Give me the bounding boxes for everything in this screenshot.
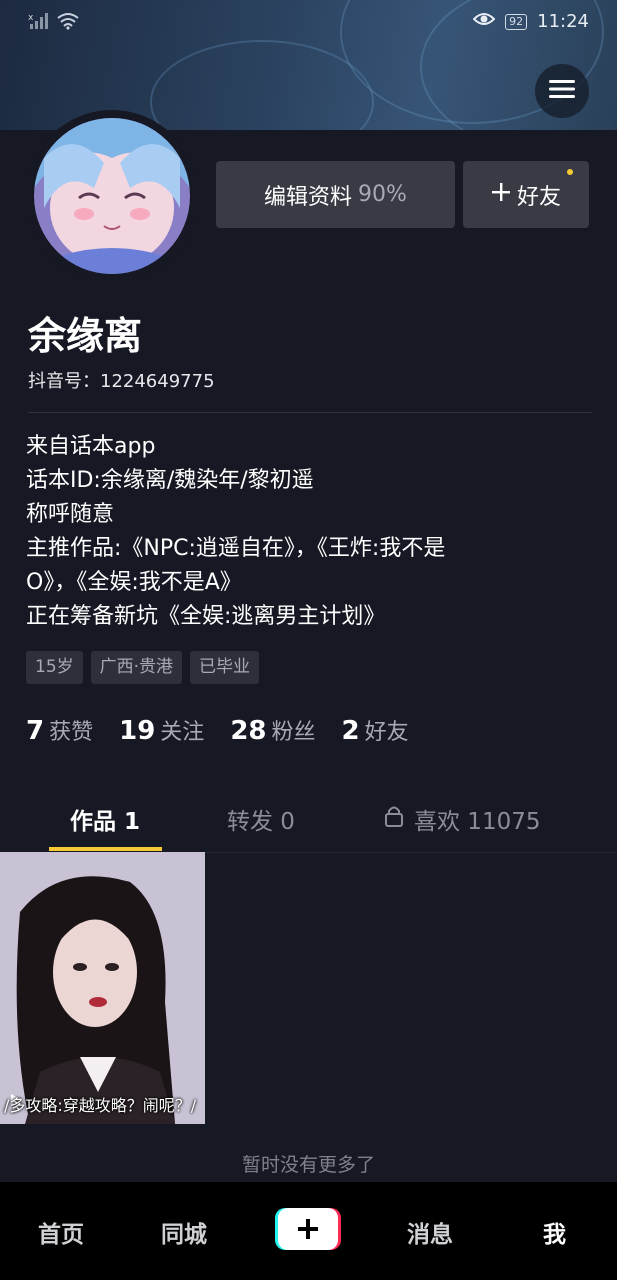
stat-following-count: 19 [119,716,156,746]
video-thumbnail[interactable]: /多攻略:穿越攻略？闹呢？/ [0,852,205,1124]
menu-button[interactable] [535,64,589,118]
tab-likes-label: 喜欢 11075 [414,809,541,835]
stat-followers-label: 粉丝 [271,720,316,745]
status-bar: x 92 11:24 [0,0,617,46]
active-tab-indicator [49,847,162,851]
bio-line: 来自话本app [26,434,156,459]
bio: 来自话本app 话本ID:余缘离/魏染年/黎初遥 称呼随意 主推作品:《NPC:… [26,430,445,634]
tag-age: 15岁 [26,651,83,684]
stat-followers-count: 28 [230,716,267,746]
anime-avatar-image [34,118,190,274]
stat-likes[interactable]: 7 获赞 [26,714,93,746]
no-more-text: 暂时没有更多了 [241,1154,375,1176]
stat-likes-count: 7 [26,716,45,746]
bio-line: 话本ID:余缘离/魏染年/黎初遥 [26,468,314,493]
avatar[interactable] [26,110,198,282]
profile-name: 余缘离 [28,314,143,358]
tab-works[interactable]: 作品 1 [70,802,140,836]
create-video-button[interactable] [275,1208,341,1250]
stat-following[interactable]: 19 关注 [119,714,204,746]
stat-friends-count: 2 [341,716,360,746]
stat-friends-label: 好友 [364,720,409,745]
edit-profile-label: 编辑资料 [264,184,353,210]
tag-school: 已毕业 [190,651,260,684]
edit-profile-button[interactable]: 编辑资料 90% [216,161,455,228]
edit-profile-progress: 90% [358,182,407,207]
stat-friends[interactable]: 2 好友 [342,714,409,746]
nav-home[interactable]: 首页 [38,1215,84,1249]
bio-line: 称呼随意 [26,502,115,527]
clock: 11:24 [537,11,589,32]
video-caption: /多攻略:穿越攻略？闹呢？/ [4,1096,197,1115]
tab-likes[interactable]: 喜欢 11075 [384,802,540,836]
stats-row: 7 获赞 19 关注 28 粉丝 2 好友 [26,714,409,746]
tag-location: 广西·贵港 [90,651,183,684]
plus-icon [491,182,511,208]
bio-line: 正在筹备新坑《全娱:逃离男主计划》 [26,604,386,629]
svg-text:x: x [28,13,34,23]
divider [28,412,592,413]
profile-tags: 15岁 广西·贵港 已毕业 [26,651,260,684]
nav-nearby[interactable]: 同城 [161,1215,207,1249]
lock-icon [384,805,404,833]
stat-following-label: 关注 [160,720,205,745]
tab-reposts[interactable]: 转发 0 [227,802,295,836]
video-cover-image [0,852,205,1124]
add-friend-label: 好友 [516,184,561,210]
stat-likes-label: 获赞 [49,720,94,745]
notification-dot [567,169,573,175]
wifi-icon [56,12,80,34]
bottom-navigation: 首页 同城 消息 我 [0,1182,617,1280]
douyin-id: 抖音号：1224649775 [28,371,215,392]
eye-icon [472,11,496,32]
content-tabs: 作品 1 转发 0 喜欢 11075 [0,790,617,853]
signal-icon: x [28,12,48,34]
battery-icon: 92 [505,13,528,30]
bio-line: 主推作品:《NPC:逍遥自在》，《王炸:我不是 [26,536,446,561]
hamburger-icon [549,78,575,104]
stat-followers[interactable]: 28 粉丝 [230,714,315,746]
nav-messages[interactable]: 消息 [407,1215,453,1249]
nav-me[interactable]: 我 [543,1215,566,1249]
add-friend-button[interactable]: 好友 [463,161,589,228]
bio-line: O》，《全娱:我不是A》 [26,570,242,595]
